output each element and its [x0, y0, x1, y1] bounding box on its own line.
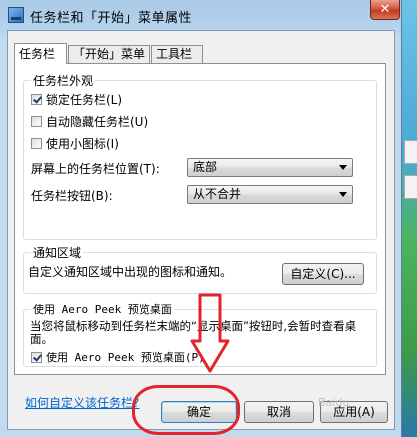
close-button[interactable]: ✕ — [370, 0, 400, 20]
chevron-down-icon — [339, 165, 347, 170]
group-title: 任务栏外观 — [31, 72, 96, 89]
lock-taskbar-checkbox[interactable]: 锁定任务栏(L) — [31, 91, 122, 107]
checkbox-checked[interactable] — [31, 93, 42, 105]
group-aero-peek: 使用 Aero Peek 预览桌面 当您将鼠标移动到任务栏末端的“显示桌面”按钮… — [23, 301, 377, 367]
watermark: Baidu — [318, 396, 350, 409]
select-value: 底部 — [193, 160, 218, 174]
customize-button[interactable]: 自定义(C)... — [282, 263, 364, 285]
checkbox-label: 使用小图标(I) — [46, 136, 119, 151]
buttons-label: 任务栏按钮(B): — [31, 189, 113, 203]
group-title: 通知区域 — [31, 244, 84, 261]
checkbox-unchecked[interactable] — [31, 137, 42, 149]
taskbar-icon — [8, 7, 24, 23]
title-bar[interactable]: 任务栏和「开始」菜单属性 ✕ — [0, 0, 402, 30]
checkbox-checked[interactable] — [31, 351, 42, 363]
auto-hide-checkbox[interactable]: 自动隐藏任务栏(U) — [31, 113, 148, 129]
notification-description: 自定义通知区域中出现的图标和通知。 — [28, 265, 233, 279]
checkbox-unchecked[interactable] — [31, 115, 42, 127]
tab-panel-taskbar: 任务栏外观 锁定任务栏(L) 自动隐藏任务栏(U) 使用小图标(I) 屏幕上的任… — [14, 63, 386, 410]
window-title: 任务栏和「开始」菜单属性 — [30, 11, 193, 26]
desktop-background — [402, 0, 417, 437]
ok-button[interactable]: 确定 — [161, 401, 237, 423]
checkbox-label: 使用 Aero Peek 预览桌面(P) — [46, 351, 205, 364]
position-label: 屏幕上的任务栏位置(T): — [31, 162, 160, 176]
checkbox-label: 自动隐藏任务栏(U) — [46, 114, 149, 129]
tab-start-menu[interactable]: 「开始」菜单 — [68, 45, 150, 63]
cancel-button[interactable]: 取消 — [244, 401, 314, 423]
position-select[interactable]: 底部 — [187, 158, 353, 177]
buttons-select[interactable]: 从不合并 — [187, 185, 353, 204]
checkbox-label: 锁定任务栏(L) — [46, 92, 123, 107]
select-value: 从不合并 — [193, 187, 242, 201]
help-link[interactable]: 如何自定义该任务栏? — [25, 394, 139, 411]
dialog-client: 任务栏 「开始」菜单 工具栏 任务栏外观 锁定任务栏(L) 自动隐藏任务栏(U)… — [7, 30, 395, 430]
chevron-down-icon — [339, 192, 347, 197]
tab-toolbars[interactable]: 工具栏 — [151, 45, 203, 63]
desktop-icon[interactable] — [404, 175, 417, 199]
aero-peek-description: 当您将鼠标移动到任务栏末端的“显示桌面”按钮时,会暂时查看桌面。 — [30, 319, 357, 346]
tab-taskbar[interactable]: 任务栏 — [14, 43, 67, 64]
small-icons-checkbox[interactable]: 使用小图标(I) — [31, 135, 119, 151]
group-title: 使用 Aero Peek 预览桌面 — [31, 301, 174, 317]
group-notification-area: 通知区域 自定义通知区域中出现的图标和通知。 自定义(C)... — [23, 244, 377, 294]
group-taskbar-appearance: 任务栏外观 锁定任务栏(L) 自动隐藏任务栏(U) 使用小图标(I) 屏幕上的任… — [23, 72, 377, 240]
desktop-icon[interactable] — [404, 140, 417, 164]
properties-window: 任务栏和「开始」菜单属性 ✕ 任务栏 「开始」菜单 工具栏 任务栏外观 锁定任务… — [0, 0, 402, 437]
aero-peek-checkbox[interactable]: 使用 Aero Peek 预览桌面(P) — [31, 349, 205, 365]
